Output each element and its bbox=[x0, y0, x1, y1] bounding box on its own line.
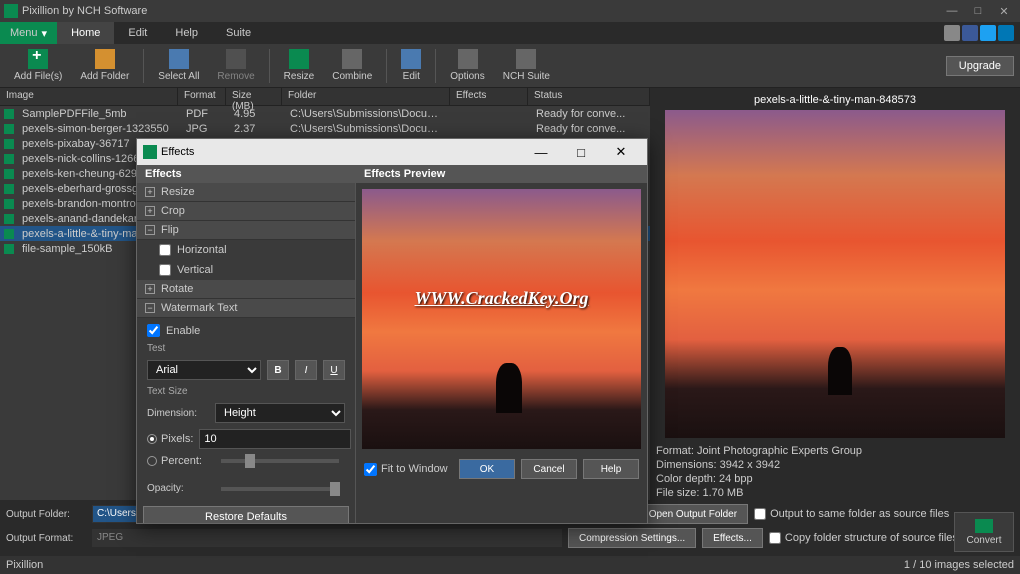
status-bar: Pixillion 1 / 10 images selected bbox=[0, 556, 1020, 574]
flip-horizontal-checkbox[interactable]: Horizontal bbox=[137, 240, 355, 260]
col-image[interactable]: Image bbox=[0, 88, 178, 105]
preview-title: pexels-a-little-&-tiny-man-848573 bbox=[754, 94, 916, 106]
table-row[interactable]: SamplePDFFile_5mbPDF4.95C:\Users\Submiss… bbox=[0, 106, 650, 121]
window-title: Pixillion by NCH Software bbox=[22, 5, 147, 17]
ok-button[interactable]: OK bbox=[459, 459, 515, 479]
close-button[interactable]: ✕ bbox=[992, 2, 1016, 20]
toolbar: +Add File(s) Add Folder Select All Remov… bbox=[0, 44, 1020, 88]
dialog-close-button[interactable]: ✕ bbox=[601, 139, 641, 165]
section-crop[interactable]: +Crop bbox=[137, 202, 355, 221]
watermark-overlay: WWW.CrackedKey.Org bbox=[362, 288, 641, 309]
thumbsup-icon[interactable] bbox=[944, 25, 960, 41]
select-all-button[interactable]: Select All bbox=[150, 46, 207, 86]
fit-to-window-checkbox[interactable]: Fit to Window bbox=[364, 463, 448, 476]
restore-defaults-button[interactable]: Restore Defaults bbox=[143, 506, 349, 523]
watermark-enable-checkbox[interactable]: Enable bbox=[147, 324, 345, 337]
twitter-icon[interactable] bbox=[980, 25, 996, 41]
menubar: Menu ▾ Home Edit Help Suite bbox=[0, 22, 1020, 44]
dialog-titlebar[interactable]: Effects — □ ✕ bbox=[137, 139, 647, 165]
help-button[interactable]: Help bbox=[583, 459, 639, 479]
cancel-button[interactable]: Cancel bbox=[521, 459, 577, 479]
section-resize[interactable]: +Resize bbox=[137, 183, 355, 202]
facebook-icon[interactable] bbox=[962, 25, 978, 41]
section-rotate[interactable]: +Rotate bbox=[137, 280, 355, 299]
flip-vertical-checkbox[interactable]: Vertical bbox=[137, 260, 355, 280]
col-format[interactable]: Format bbox=[178, 88, 226, 105]
preview-panel: pexels-a-little-&-tiny-man-848573 Format… bbox=[650, 88, 1020, 528]
linkedin-icon[interactable] bbox=[998, 25, 1014, 41]
section-watermark[interactable]: −Watermark Text bbox=[137, 299, 355, 318]
add-folder-button[interactable]: Add Folder bbox=[72, 46, 137, 86]
effects-button[interactable]: Effects... bbox=[702, 528, 763, 548]
output-format-select[interactable]: JPEG bbox=[92, 529, 562, 547]
col-effects[interactable]: Effects bbox=[450, 88, 528, 105]
tab-help[interactable]: Help bbox=[161, 22, 212, 44]
combine-button[interactable]: Combine bbox=[324, 46, 380, 86]
same-folder-checkbox[interactable]: Output to same folder as source files bbox=[754, 508, 949, 520]
tab-home[interactable]: Home bbox=[57, 22, 114, 44]
effects-dialog: Effects — □ ✕ Effects +Resize +Crop −Fli… bbox=[136, 138, 648, 524]
dialog-maximize-button[interactable]: □ bbox=[561, 139, 601, 165]
resize-button[interactable]: Resize bbox=[276, 46, 323, 86]
preview-image bbox=[665, 110, 1005, 438]
dialog-title: Effects bbox=[161, 146, 194, 158]
status-selection: 1 / 10 images selected bbox=[904, 559, 1014, 571]
copy-structure-checkbox[interactable]: Copy folder structure of source files bbox=[769, 532, 958, 544]
opacity-label: Opacity: bbox=[147, 483, 209, 494]
col-status[interactable]: Status bbox=[528, 88, 650, 105]
upgrade-button[interactable]: Upgrade bbox=[946, 56, 1014, 76]
menu-button[interactable]: Menu ▾ bbox=[0, 22, 57, 44]
edit-button[interactable]: Edit bbox=[393, 46, 429, 86]
effects-panel-header: Effects bbox=[137, 165, 355, 183]
dimension-select[interactable]: Height bbox=[215, 403, 345, 423]
add-files-button[interactable]: +Add File(s) bbox=[6, 46, 70, 86]
italic-button[interactable]: I bbox=[295, 360, 317, 380]
app-icon bbox=[4, 4, 18, 18]
tab-edit[interactable]: Edit bbox=[114, 22, 161, 44]
font-select[interactable]: Arial bbox=[147, 360, 261, 380]
options-button[interactable]: Options bbox=[442, 46, 492, 86]
pixels-radio[interactable]: Pixels: bbox=[147, 433, 193, 445]
effects-preview-image: WWW.CrackedKey.Org bbox=[362, 189, 641, 449]
dialog-minimize-button[interactable]: — bbox=[521, 139, 561, 165]
table-row[interactable]: pexels-simon-berger-1323550JPG2.37C:\Use… bbox=[0, 121, 650, 136]
percent-radio[interactable]: Percent: bbox=[147, 455, 209, 467]
open-output-folder-button[interactable]: Open Output Folder bbox=[638, 504, 748, 524]
col-size[interactable]: Size (MB) bbox=[226, 88, 282, 105]
convert-button[interactable]: Convert bbox=[954, 512, 1014, 552]
percent-slider[interactable] bbox=[221, 459, 339, 463]
pixels-input[interactable] bbox=[199, 429, 351, 449]
watermark-text-label: Test bbox=[147, 343, 345, 354]
remove-button[interactable]: Remove bbox=[209, 46, 262, 86]
status-app: Pixillion bbox=[6, 559, 43, 571]
output-folder-label: Output Folder: bbox=[6, 509, 86, 520]
col-folder[interactable]: Folder bbox=[282, 88, 450, 105]
dialog-icon bbox=[143, 145, 157, 159]
minimize-button[interactable]: — bbox=[940, 2, 964, 20]
nch-suite-button[interactable]: NCH Suite bbox=[495, 46, 558, 86]
maximize-button[interactable]: □ bbox=[966, 2, 990, 20]
window-titlebar: Pixillion by NCH Software — □ ✕ bbox=[0, 0, 1020, 22]
underline-button[interactable]: U bbox=[323, 360, 345, 380]
output-format-label: Output Format: bbox=[6, 533, 86, 544]
textsize-label: Text Size bbox=[147, 386, 345, 397]
bold-button[interactable]: B bbox=[267, 360, 289, 380]
tab-suite[interactable]: Suite bbox=[212, 22, 265, 44]
opacity-slider[interactable] bbox=[221, 487, 339, 491]
section-flip[interactable]: −Flip bbox=[137, 221, 355, 240]
dimension-label: Dimension: bbox=[147, 408, 209, 419]
effects-preview-header: Effects Preview bbox=[356, 165, 647, 183]
compression-settings-button[interactable]: Compression Settings... bbox=[568, 528, 696, 548]
